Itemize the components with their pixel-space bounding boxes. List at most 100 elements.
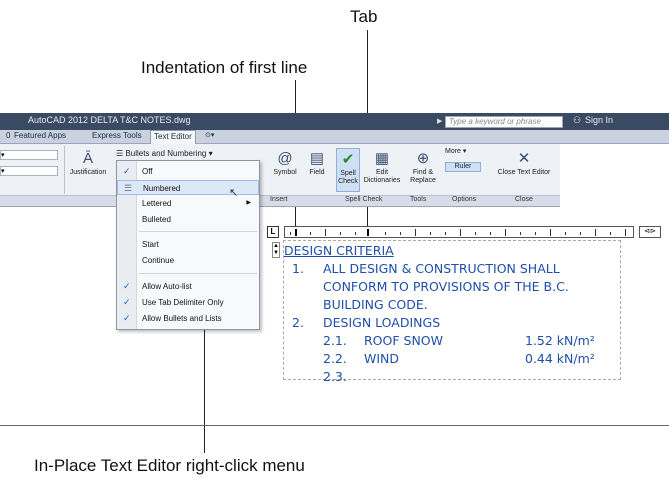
close-text-editor-label: Close Text Editor xyxy=(497,169,551,176)
ruler-tick xyxy=(355,232,356,235)
check-icon: ✓ xyxy=(123,297,131,307)
check-icon: ✓ xyxy=(123,313,131,323)
justification-icon: Ā xyxy=(82,150,93,167)
menu-item-allow-bullets-lists[interactable]: ✓ Allow Bullets and Lists xyxy=(117,311,259,326)
find-replace-button[interactable]: ⊕ Find & Replace xyxy=(406,150,440,185)
callout-menu-line xyxy=(204,320,205,453)
ruler-tick xyxy=(445,232,446,235)
paragraph-width-handle[interactable]: ⊲⊳ xyxy=(639,226,661,238)
tab-type-button[interactable]: L xyxy=(267,226,279,238)
ruler-tick xyxy=(385,232,386,235)
ruler-tick xyxy=(580,232,581,235)
ruler-tick xyxy=(340,232,341,235)
tab-express-tools[interactable]: Express Tools xyxy=(92,131,142,140)
justification-button[interactable]: Ā Justification xyxy=(64,150,112,177)
scroll-updown-icon[interactable]: ▲ ▼ xyxy=(272,242,280,258)
right-margin-marker xyxy=(625,229,626,236)
close-text-editor-button[interactable]: ✕ Close Text Editor xyxy=(492,150,556,177)
ruler-tick xyxy=(400,232,401,235)
ruler-tick xyxy=(535,232,536,235)
ruler-tick xyxy=(475,232,476,235)
spell-check-button[interactable]: ✔ Spell Check xyxy=(336,148,360,192)
group-insert: Insert xyxy=(270,196,288,203)
ruler-bar[interactable] xyxy=(284,226,634,238)
numbered-list-icon: ☰ xyxy=(124,183,133,193)
tab-featured-apps[interactable]: Featured Apps xyxy=(14,131,66,140)
menu-item-label: Use Tab Delimiter Only xyxy=(142,298,224,307)
user-icon: ⚇ xyxy=(573,115,582,125)
field-button[interactable]: ▤ Field xyxy=(302,150,332,177)
list-text[interactable]: BUILDING CODE. xyxy=(323,297,428,312)
list-number: 2.1. xyxy=(323,333,347,348)
list-text[interactable]: DESIGN LOADINGS xyxy=(323,315,440,330)
ribbon-group-labels: Insert Spell Check Tools Options Close xyxy=(0,196,560,207)
spell-check-icon: ✔ xyxy=(341,151,355,168)
ruler-tick xyxy=(595,229,596,236)
list-number: 2. xyxy=(292,315,304,330)
menu-separator xyxy=(139,231,257,232)
font-select[interactable]: ▾ xyxy=(0,166,58,176)
search-input[interactable]: Type a keyword or phrase xyxy=(445,116,563,128)
tab-0[interactable]: 0 xyxy=(6,131,10,140)
bullets-numbering-button[interactable]: ☰ Bullets and Numbering ▾ xyxy=(116,148,226,160)
ruler-tick xyxy=(565,232,566,235)
menu-item-off[interactable]: ✓ Off xyxy=(117,164,259,179)
style-select[interactable]: ▾ xyxy=(0,150,58,160)
ribbon-tabs: 0 Featured Apps Express Tools Text Edito… xyxy=(0,130,669,144)
first-line-indent-marker xyxy=(295,229,297,236)
close-icon: ✕ xyxy=(517,150,531,167)
more-label: More xyxy=(445,148,461,155)
menu-item-continue[interactable]: Continue xyxy=(117,253,259,268)
at-icon: @ xyxy=(277,150,293,167)
ribbon-panel: ▾ ▾ Ā Justification @ Symbol ▤ Field ✔ S… xyxy=(0,144,560,196)
list-number: 2.2. xyxy=(323,351,347,366)
list-value[interactable]: 0.44 kN/m² xyxy=(525,351,595,366)
text-editor-ruler[interactable]: L ⊲⊳ xyxy=(267,226,667,239)
submenu-arrow-icon: ▶ xyxy=(246,200,251,206)
callout-menu: In-Place Text Editor right-click menu xyxy=(34,456,305,475)
list-number: 1. xyxy=(292,261,304,276)
edit-dictionaries-button[interactable]: ▦ Edit Dictionaries xyxy=(362,150,402,185)
callout-indentation: Indentation of first line xyxy=(141,58,308,77)
bullets-numbering-menu: ✓ Off ☰ Numbered Lettered ▶ Bulleted Start … xyxy=(116,160,260,330)
group-options: Options xyxy=(452,196,477,203)
list-value[interactable]: 1.52 kN/m² xyxy=(525,333,595,348)
mouse-pointer-icon: ↖ xyxy=(229,187,239,199)
list-text[interactable]: WIND xyxy=(364,351,399,366)
find-replace-label: Find & Replace xyxy=(410,169,436,184)
ruler-label: Ruler xyxy=(454,163,472,170)
group-close: Close xyxy=(515,196,533,203)
list-text[interactable]: ROOF SNOW xyxy=(364,333,443,348)
find-icon: ⊕ xyxy=(416,150,430,167)
menu-item-label: Allow Bullets and Lists xyxy=(142,314,222,323)
menu-item-use-tab-delimiter[interactable]: ✓ Use Tab Delimiter Only xyxy=(117,295,259,310)
group-tools: Tools xyxy=(410,196,427,203)
symbol-button[interactable]: @ Symbol xyxy=(270,150,300,177)
menu-item-label: Start xyxy=(142,240,159,249)
window-title: AutoCAD 2012 DELTA T&C NOTES.dwg xyxy=(28,115,191,125)
search-arrow-icon[interactable]: ▶ xyxy=(437,117,442,125)
menu-item-start[interactable]: Start xyxy=(117,237,259,252)
list-number: 2.3. xyxy=(323,369,347,384)
menu-item-allow-auto-list[interactable]: ✓ Allow Auto-list xyxy=(117,279,259,294)
menu-item-bulleted[interactable]: Bulleted xyxy=(117,212,259,227)
heading-text[interactable]: DESIGN CRITERIA xyxy=(284,243,394,258)
list-text[interactable]: ALL DESIGN & CONSTRUCTION SHALL xyxy=(323,261,560,276)
ruler-tick xyxy=(610,232,611,235)
ruler-button[interactable]: Ruler xyxy=(445,162,481,172)
title-bar: AutoCAD 2012 DELTA T&C NOTES.dwg ▶ Type … xyxy=(0,113,669,130)
list-icon: ☰ xyxy=(116,149,126,158)
check-icon: ✓ xyxy=(123,166,131,176)
tab-overflow[interactable]: ⊙▾ xyxy=(205,131,214,139)
symbol-label: Symbol xyxy=(273,169,297,176)
group-spell-check: Spell Check xyxy=(345,196,383,203)
callout-tab: Tab xyxy=(350,7,378,26)
ruler-tick xyxy=(430,232,431,235)
tab-text-editor[interactable]: Text Editor xyxy=(150,130,196,144)
menu-item-label: Off xyxy=(142,167,153,176)
spell-check-label: Spell Check xyxy=(338,170,358,185)
sign-in-button[interactable]: Sign In xyxy=(585,115,613,125)
more-button[interactable]: More ▾ xyxy=(445,148,485,156)
list-text[interactable]: CONFORM TO PROVISIONS OF THE B.C. xyxy=(323,279,569,294)
menu-item-label: Bulleted xyxy=(142,215,171,224)
